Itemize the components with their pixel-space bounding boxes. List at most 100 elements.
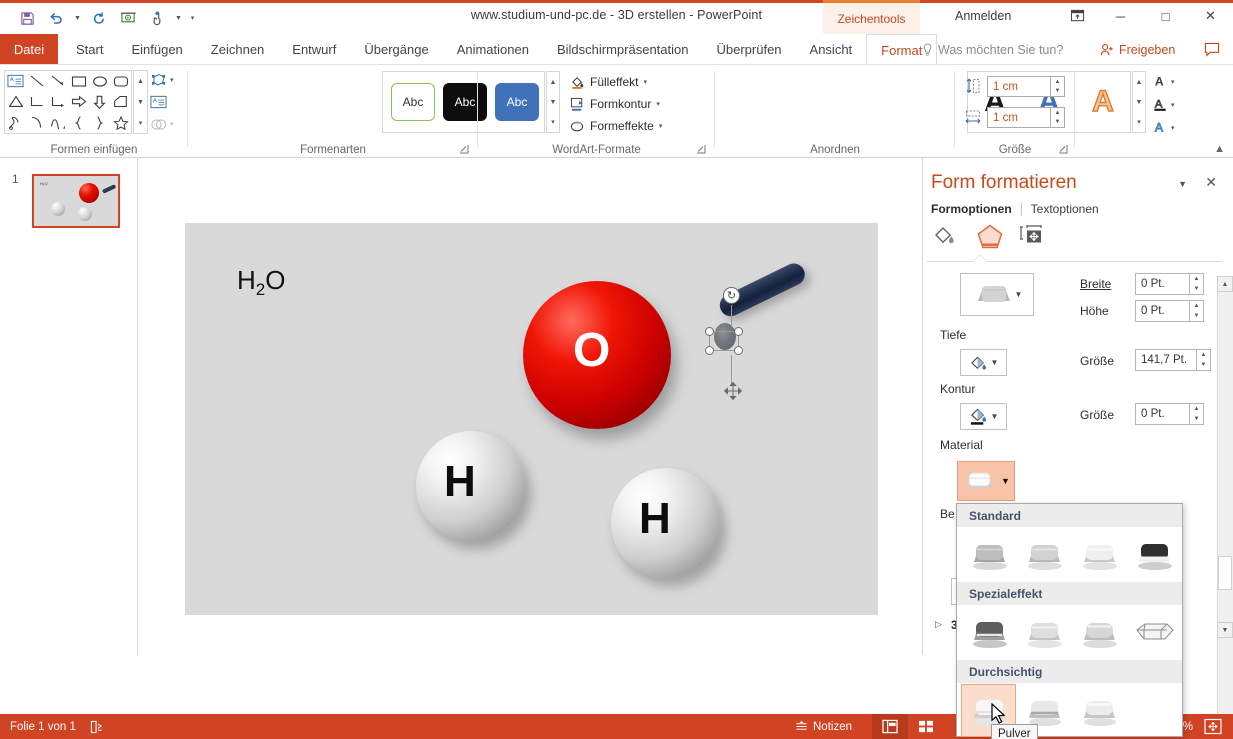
bevel-preview-button[interactable]: ▼ <box>960 273 1034 316</box>
maximize-button[interactable]: □ <box>1143 0 1188 32</box>
kontur-spin-up-icon[interactable]: ▲ <box>1190 404 1203 414</box>
kontur-groesse-input[interactable]: 0 Pt. <box>1135 403 1190 425</box>
kontur-caret-icon[interactable]: ▼ <box>991 412 999 421</box>
shape-height-spinner[interactable]: ▲ ▼ <box>1051 76 1065 97</box>
tab-animationen[interactable]: Animationen <box>443 34 543 65</box>
merge-shapes-caret-icon[interactable]: ▾ <box>170 120 174 128</box>
shape-width-input[interactable]: 1 cm <box>987 107 1051 128</box>
tab-entwurf[interactable]: Entwurf <box>278 34 350 65</box>
panel-scroll-down-icon[interactable]: ▼ <box>1217 622 1233 638</box>
tiefe-groesse-spinner[interactable]: ▲ ▼ <box>1197 349 1211 371</box>
breite-spinner[interactable]: ▲ ▼ <box>1190 273 1204 295</box>
height-spin-down-icon[interactable]: ▼ <box>1051 87 1064 97</box>
zoom-controls[interactable]: % <box>1183 714 1233 739</box>
gallery-scroll-down-icon[interactable]: ▼ <box>134 92 147 113</box>
material-selector-button[interactable]: ▼ <box>957 461 1015 501</box>
arc-shape-icon[interactable] <box>26 112 47 133</box>
text-effects-button[interactable]: A ▾ <box>1153 116 1189 139</box>
textbox-shape-icon[interactable]: A <box>5 71 26 92</box>
text-effects-caret-icon[interactable]: ▾ <box>1171 124 1175 132</box>
tab-ansicht[interactable]: Ansicht <box>796 34 867 65</box>
wordart-style-3[interactable]: A <box>1091 84 1114 119</box>
edit-shape-button[interactable]: ▾ <box>150 69 182 91</box>
tab-start[interactable]: Start <box>62 34 117 65</box>
tab-textoptionen[interactable]: Textoptionen <box>1020 202 1108 216</box>
rounded-rectangle-shape-icon[interactable] <box>110 71 131 92</box>
hoehe-spinner[interactable]: ▲ ▼ <box>1190 300 1204 322</box>
comment-icon[interactable] <box>1198 34 1226 65</box>
panel-scrollbar[interactable] <box>1217 276 1233 739</box>
material-item-warm-light[interactable] <box>1071 528 1126 581</box>
dreid-expand-triangle-icon[interactable]: ▷ <box>935 619 942 630</box>
edit-shape-caret-icon[interactable]: ▾ <box>170 76 174 84</box>
shape-gallery-scrollbar[interactable]: ▲ ▼ ▾ <box>133 70 148 134</box>
text-fill-button[interactable]: A ▾ <box>1153 70 1189 93</box>
tab-bildschirmpraesentation[interactable]: Bildschirmpräsentation <box>543 34 703 65</box>
material-item-matte-gray[interactable] <box>961 528 1016 581</box>
tab-zeichnen[interactable]: Zeichnen <box>197 34 278 65</box>
shape-gallery[interactable]: A <box>4 70 132 134</box>
material-caret-icon[interactable]: ▼ <box>1001 476 1010 486</box>
material-item-wireframe[interactable] <box>1126 606 1181 659</box>
notes-button[interactable]: Notizen <box>795 714 852 739</box>
width-spin-down-icon[interactable]: ▼ <box>1051 118 1064 128</box>
right-brace-shape-icon[interactable] <box>89 112 110 133</box>
wordart-more-icon[interactable]: ▾ <box>1133 112 1145 132</box>
atom-hydrogen-1[interactable]: H <box>416 431 526 541</box>
kontur-groesse-spinner[interactable]: ▲ ▼ <box>1190 403 1204 425</box>
down-arrow-shape-icon[interactable] <box>89 92 110 113</box>
fill-line-icon[interactable] <box>931 222 961 250</box>
slide-sorter-icon[interactable] <box>908 714 944 739</box>
wordart-scrollbar[interactable]: ▲ ▼ ▾ <box>1132 71 1146 133</box>
panel-menu-chevron-down-icon[interactable]: ▼ <box>1178 179 1187 189</box>
wordart-dialog-launcher[interactable] <box>695 143 707 155</box>
draw-textbox-button[interactable]: A <box>150 91 182 113</box>
line-shape-icon[interactable] <box>26 71 47 92</box>
fit-slide-icon[interactable] <box>1203 717 1223 737</box>
elbow-connector-icon[interactable] <box>26 92 47 113</box>
signin-label[interactable]: Anmelden <box>955 9 1011 23</box>
material-item-plastic[interactable] <box>1071 606 1126 659</box>
star-shape-icon[interactable] <box>110 112 131 133</box>
bevel-preview-caret-icon[interactable]: ▼ <box>1015 290 1023 299</box>
groesse-dialog-launcher[interactable] <box>1057 143 1069 155</box>
tiefe-spin-up-icon[interactable]: ▲ <box>1197 350 1210 360</box>
gallery-scroll-up-icon[interactable]: ▲ <box>134 71 147 92</box>
tab-uebergaenge[interactable]: Übergänge <box>350 34 442 65</box>
curve-shape-icon[interactable] <box>47 112 68 133</box>
resize-handle-bottom-left[interactable] <box>705 346 714 355</box>
tiefe-spin-down-icon[interactable]: ▼ <box>1197 360 1210 370</box>
h2o-formula-textbox[interactable]: H2O <box>237 265 285 300</box>
text-outline-button[interactable]: A ▾ <box>1153 93 1189 116</box>
tell-me-box[interactable]: Was möchten Sie tun? <box>922 34 1063 65</box>
atom-oxygen[interactable]: O <box>523 281 671 429</box>
left-brace-shape-icon[interactable] <box>68 112 89 133</box>
tiefe-color-button[interactable]: ▼ <box>960 349 1007 376</box>
accessibility-icon[interactable] <box>90 720 104 734</box>
move-handle-icon[interactable] <box>723 381 743 401</box>
right-arrow-shape-icon[interactable] <box>68 92 89 113</box>
minimize-button[interactable]: ─ <box>1098 0 1143 32</box>
kontur-color-button[interactable]: ▼ <box>960 403 1007 430</box>
rotate-handle[interactable]: ↻ <box>723 287 740 304</box>
tiefe-groesse-input[interactable]: 141,7 Pt. <box>1135 349 1197 371</box>
kontur-spin-down-icon[interactable]: ▼ <box>1190 414 1203 424</box>
tab-ueberpruefen[interactable]: Überprüfen <box>702 34 795 65</box>
text-fill-caret-icon[interactable]: ▾ <box>1171 78 1175 86</box>
breite-input[interactable]: 0 Pt. <box>1135 273 1190 295</box>
breite-spin-down-icon[interactable]: ▼ <box>1190 284 1203 294</box>
tab-datei[interactable]: Datei <box>0 34 58 65</box>
normal-view-icon[interactable] <box>872 714 908 739</box>
panel-scroll-up-icon[interactable]: ▲ <box>1217 276 1233 292</box>
tiefe-caret-icon[interactable]: ▼ <box>991 358 999 367</box>
material-item-soft-matte[interactable] <box>1016 606 1071 659</box>
material-dropdown[interactable]: Standard Spezialeffekt Durchsichtig <box>956 503 1183 737</box>
tab-formoptionen[interactable]: Formoptionen <box>931 202 1021 216</box>
height-spin-up-icon[interactable]: ▲ <box>1051 77 1064 87</box>
close-button[interactable]: ✕ <box>1188 0 1233 32</box>
width-spin-up-icon[interactable]: ▲ <box>1051 108 1064 118</box>
slide-editing-surface[interactable]: H2O O H H ↻ <box>185 223 878 615</box>
text-outline-caret-icon[interactable]: ▾ <box>1171 101 1175 109</box>
oval-shape-icon[interactable] <box>89 71 110 92</box>
material-item-clear[interactable] <box>1071 684 1126 737</box>
